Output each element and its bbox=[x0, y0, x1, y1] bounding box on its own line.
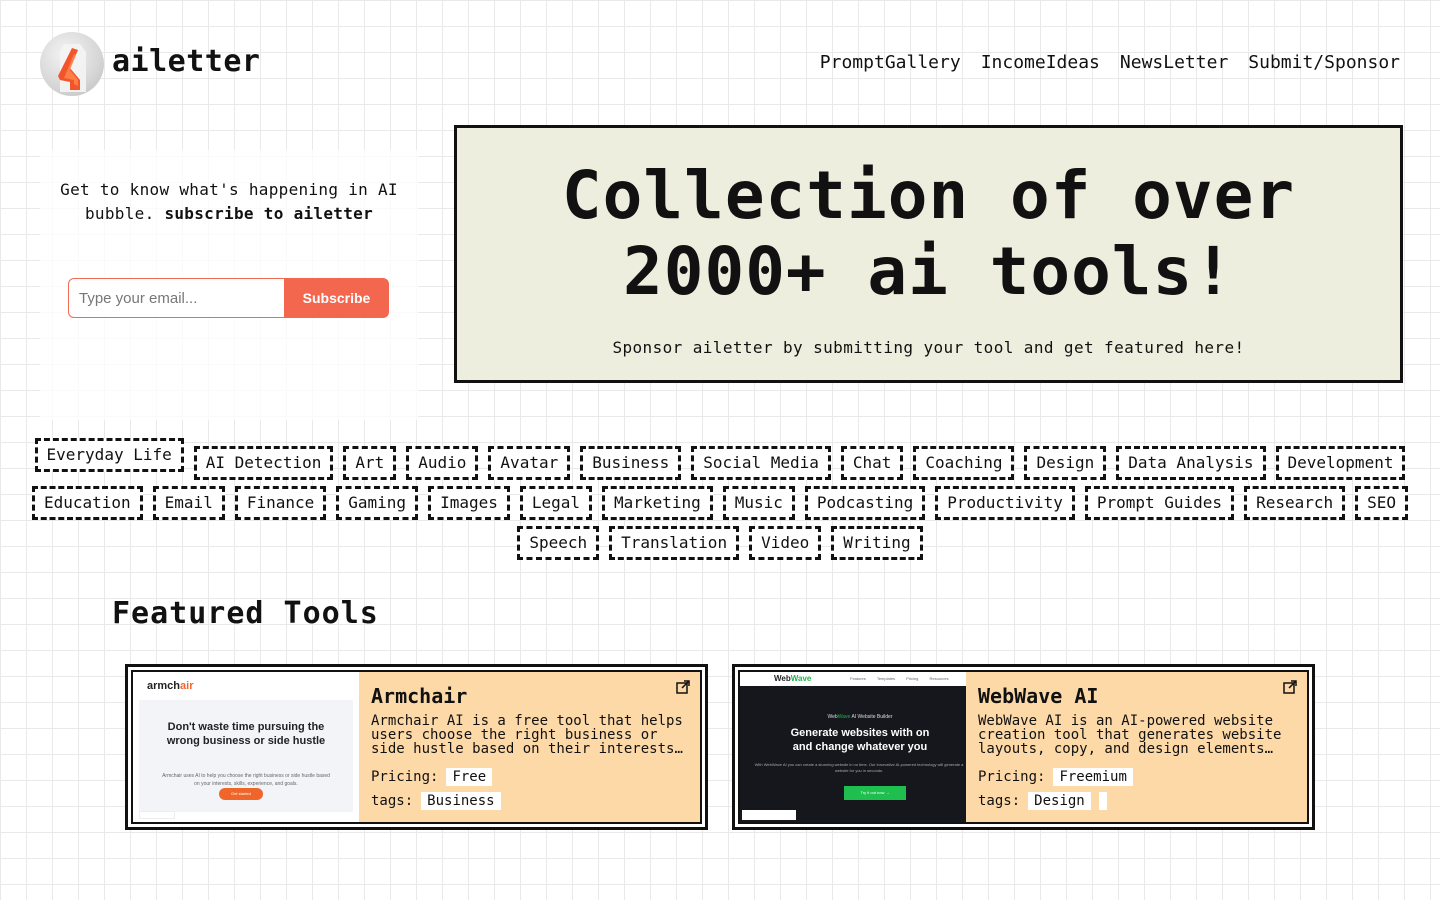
tool-pricing-row: Pricing: Free bbox=[371, 768, 690, 786]
pricing-label: Pricing: bbox=[978, 769, 1046, 785]
tool-thumbnail[interactable]: WebWave Features Templates Pricing Resou… bbox=[740, 672, 966, 822]
external-link-icon[interactable] bbox=[676, 680, 690, 694]
subscribe-form: Subscribe bbox=[68, 278, 389, 318]
category-data-analysis[interactable]: Data Analysis bbox=[1116, 446, 1266, 480]
category-social-media[interactable]: Social Media bbox=[691, 446, 831, 480]
thumb-headline: Generate websites with on and change wha… bbox=[740, 726, 966, 754]
tag-badge[interactable]: Design bbox=[1028, 792, 1091, 810]
tool-card-webwave-ai[interactable]: WebWave Features Templates Pricing Resou… bbox=[732, 664, 1315, 830]
category-education[interactable]: Education bbox=[31, 486, 143, 520]
category-productivity[interactable]: Productivity bbox=[935, 486, 1075, 520]
tool-description: WebWave AI is an AI-powered website crea… bbox=[978, 714, 1282, 756]
thumb-eyebrow-b: Wave bbox=[837, 714, 851, 720]
thumb-subtext: With WebWave AI you can create a stunnin… bbox=[754, 762, 964, 773]
category-list: Everyday Life AI Detection Art Audio Ava… bbox=[0, 438, 1440, 560]
tool-card-inner: WebWave Features Templates Pricing Resou… bbox=[738, 670, 1309, 824]
category-design[interactable]: Design bbox=[1024, 446, 1107, 480]
pricing-label: Pricing: bbox=[371, 769, 439, 785]
subscribe-cta-text: subscribe to ailetter bbox=[164, 204, 374, 223]
thumb-headline-2: and change whatever you bbox=[792, 741, 928, 753]
category-everyday-life[interactable]: Everyday Life bbox=[34, 438, 184, 472]
category-art[interactable]: Art bbox=[343, 446, 397, 480]
thumb-nav: Features Templates Pricing Resources bbox=[850, 676, 949, 681]
thumb-eyebrow-a: Web bbox=[827, 714, 838, 720]
nav-submit-sponsor[interactable]: Submit/Sponsor bbox=[1248, 52, 1400, 73]
pricing-badge: Free bbox=[446, 768, 493, 786]
hero-subtitle: Sponsor ailetter by submitting your tool… bbox=[612, 338, 1245, 357]
subscribe-button[interactable]: Subscribe bbox=[284, 278, 389, 318]
tags-label: tags: bbox=[371, 793, 414, 809]
subscribe-panel: Get to know what's happening in AI bubbl… bbox=[40, 150, 418, 420]
thumb-logo-a: Web bbox=[774, 674, 791, 683]
email-input[interactable] bbox=[68, 278, 284, 318]
category-avatar[interactable]: Avatar bbox=[488, 446, 571, 480]
category-email[interactable]: Email bbox=[152, 486, 225, 520]
category-podcasting[interactable]: Podcasting bbox=[804, 486, 926, 520]
category-marketing[interactable]: Marketing bbox=[602, 486, 713, 520]
main-nav: PromptGallery IncomeIdeas NewsLetter Sub… bbox=[820, 52, 1400, 73]
category-images[interactable]: Images bbox=[428, 486, 510, 520]
nav-prompt-gallery[interactable]: PromptGallery bbox=[820, 52, 961, 73]
thumb-footer bbox=[742, 810, 796, 820]
featured-title: Featured Tools bbox=[112, 596, 379, 631]
tool-pricing-row: Pricing: Freemium bbox=[978, 768, 1297, 786]
category-research[interactable]: Research bbox=[1244, 486, 1346, 520]
tool-tags-row: tags: Business bbox=[371, 792, 690, 810]
hero-banner: Collection of over 2000+ ai tools! Spons… bbox=[454, 125, 1403, 383]
category-translation[interactable]: Translation bbox=[609, 526, 740, 560]
nav-income-ideas[interactable]: IncomeIdeas bbox=[981, 52, 1100, 73]
nav-newsletter[interactable]: NewsLetter bbox=[1120, 52, 1228, 73]
category-development[interactable]: Development bbox=[1275, 446, 1406, 480]
subscribe-text: Get to know what's happening in AI bubbl… bbox=[40, 178, 418, 226]
category-prompt-guides[interactable]: Prompt Guides bbox=[1084, 486, 1235, 520]
tool-name[interactable]: WebWave AI bbox=[978, 684, 1297, 708]
tool-card-inner: armchair Don't waste time pursuing the w… bbox=[131, 670, 702, 824]
thumb-subtext: Armchair uses AI to help you choose the … bbox=[162, 773, 330, 787]
category-ai-detection[interactable]: AI Detection bbox=[193, 446, 334, 480]
thumb-eyebrow-c: AI Website Builder bbox=[851, 714, 893, 720]
thumb-headline-1: Generate websites with on bbox=[790, 727, 930, 739]
category-writing[interactable]: Writing bbox=[831, 526, 923, 560]
category-finance[interactable]: Finance bbox=[234, 486, 327, 520]
tool-description: Armchair AI is a free tool that helps us… bbox=[371, 714, 683, 756]
tool-card-body: WebWave AI WebWave AI is an AI-powered w… bbox=[966, 672, 1307, 822]
category-audio[interactable]: Audio bbox=[406, 446, 479, 480]
site-header: ailetter PromptGallery IncomeIdeas NewsL… bbox=[0, 0, 1440, 110]
thumb-cta: Get started bbox=[219, 788, 263, 800]
thumb-logo: armchair bbox=[147, 680, 194, 692]
thumb-logo-b: air bbox=[180, 680, 194, 692]
thumb-footer bbox=[139, 811, 175, 819]
category-music[interactable]: Music bbox=[722, 486, 795, 520]
thumb-logo: WebWave bbox=[774, 674, 811, 683]
category-seo[interactable]: SEO bbox=[1355, 486, 1409, 520]
thumb-headline: Don't waste time pursuing the wrong busi… bbox=[166, 721, 326, 747]
category-gaming[interactable]: Gaming bbox=[336, 486, 419, 520]
category-speech[interactable]: Speech bbox=[517, 526, 600, 560]
pricing-badge: Freemium bbox=[1053, 768, 1133, 786]
tool-thumbnail[interactable]: armchair Don't waste time pursuing the w… bbox=[133, 672, 359, 822]
ailetter-logo-icon[interactable] bbox=[40, 32, 104, 96]
thumb-eyebrow: WebWave AI Website Builder bbox=[740, 714, 966, 720]
thumb-logo-b: Wave bbox=[790, 674, 812, 683]
tag-badge-empty bbox=[1098, 792, 1107, 810]
category-video[interactable]: Video bbox=[749, 526, 822, 560]
tool-name[interactable]: Armchair bbox=[371, 684, 690, 708]
hero-title: Collection of over 2000+ ai tools! bbox=[561, 157, 1296, 310]
category-chat[interactable]: Chat bbox=[840, 446, 904, 480]
tags-label: tags: bbox=[978, 793, 1021, 809]
category-business[interactable]: Business bbox=[580, 446, 682, 480]
tool-card-armchair[interactable]: armchair Don't waste time pursuing the w… bbox=[125, 664, 708, 830]
brand-name[interactable]: ailetter bbox=[112, 44, 261, 79]
category-coaching[interactable]: Coaching bbox=[913, 446, 1015, 480]
tool-tags-row: tags: Design bbox=[978, 792, 1297, 810]
thumb-cta: Try it out now → bbox=[844, 786, 906, 800]
external-link-icon[interactable] bbox=[1283, 680, 1297, 694]
tag-badge[interactable]: Business bbox=[421, 792, 501, 810]
thumb-navbar: WebWave Features Templates Pricing Resou… bbox=[740, 672, 966, 686]
tool-card-body: Armchair Armchair AI is a free tool that… bbox=[359, 672, 700, 822]
category-legal[interactable]: Legal bbox=[519, 486, 593, 520]
thumb-logo-a: armch bbox=[147, 680, 181, 692]
